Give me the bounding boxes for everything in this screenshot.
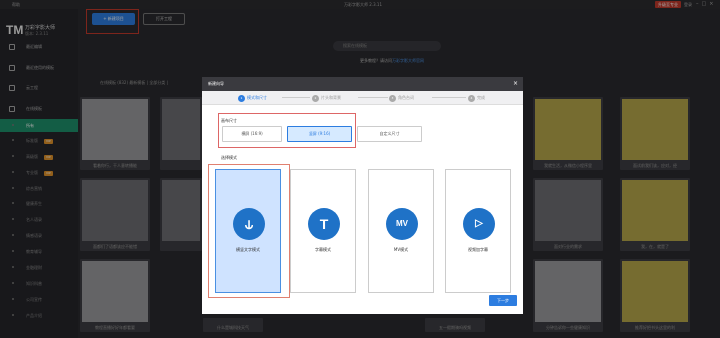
- step-finish: 4 完成: [468, 94, 485, 102]
- mv-icon: MV: [386, 208, 418, 240]
- size-option-custom[interactable]: 自定义尺寸: [357, 126, 422, 142]
- step-roles: 3 角色台词: [389, 94, 414, 102]
- step-mode-size: 1 模式和尺寸: [238, 94, 267, 102]
- mode-card-text[interactable]: ⫝ 横竖文字模式: [215, 169, 281, 293]
- step-connector: [358, 97, 388, 98]
- mode-label: 选择模式: [221, 155, 237, 160]
- anchor-icon: ⫝: [233, 208, 265, 240]
- close-icon[interactable]: ×: [513, 77, 518, 91]
- step-connector: [282, 97, 310, 98]
- mode-card-video[interactable]: ▷ 视频加字幕: [445, 169, 511, 293]
- wizard-steps: 1 模式和尺寸 2 片头和背景 3 角色台词 4 完成: [202, 91, 523, 105]
- play-icon: ▷: [463, 208, 495, 240]
- size-option-landscape[interactable]: 横屏 (16:9): [222, 126, 282, 142]
- mode-card-mv[interactable]: MV MV模式: [368, 169, 434, 293]
- text-icon: T: [308, 208, 340, 240]
- step-connector: [432, 97, 466, 98]
- size-option-portrait[interactable]: 竖屏 (9:16): [287, 126, 352, 142]
- mode-card-subtitle[interactable]: T 字幕模式: [290, 169, 356, 293]
- step-intro-bg: 2 片头和背景: [312, 94, 341, 102]
- dialog-title: 新建向导: [208, 81, 224, 86]
- next-button[interactable]: 下一步: [489, 295, 517, 306]
- dialog-header: 新建向导 ×: [202, 77, 523, 91]
